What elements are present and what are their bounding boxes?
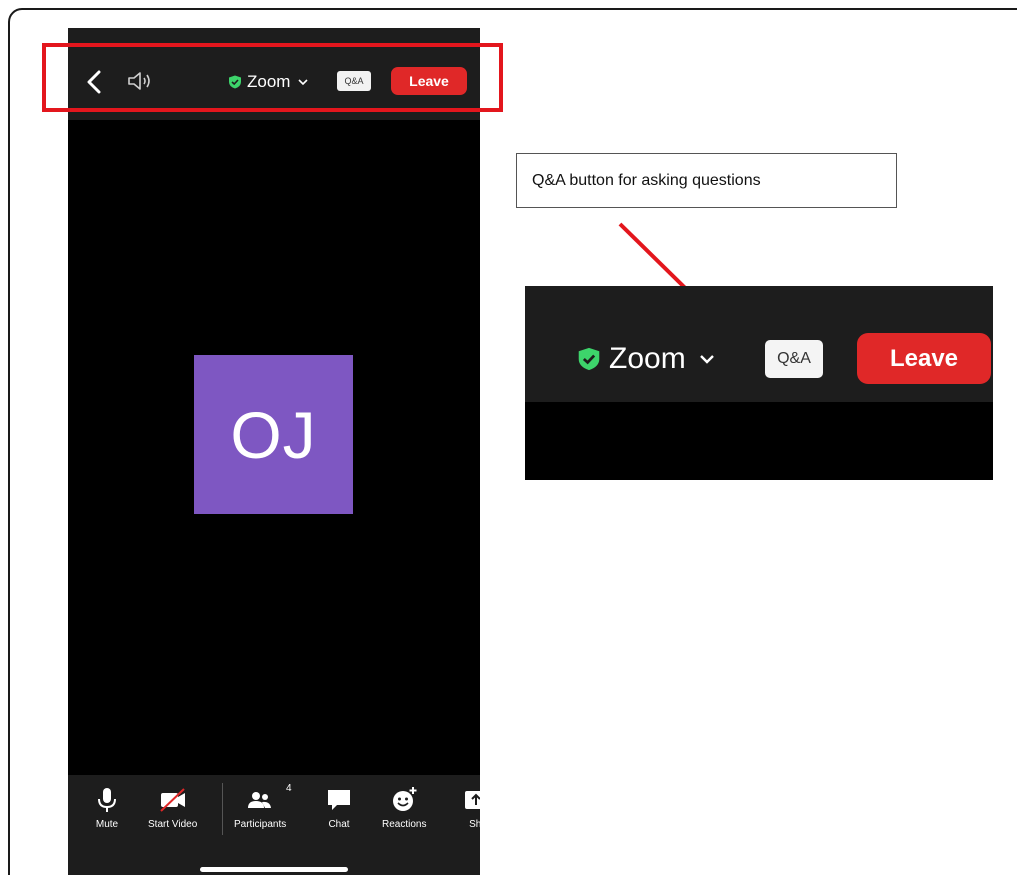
reactions-button[interactable]: Reactions [382, 785, 426, 830]
microphone-icon [98, 788, 116, 812]
phone-screenshot: Zoom Q&A Leave OJ Mute Start Video Parti… [68, 28, 480, 875]
participants-count-badge: 4 [286, 783, 292, 794]
start-video-button[interactable]: Start Video [148, 785, 197, 830]
chat-label: Chat [328, 819, 350, 830]
participants-icon [248, 792, 272, 808]
zoomed-top-bar: Zoom Q&A Leave [525, 286, 993, 480]
zoomed-leave-button[interactable]: Leave [857, 333, 991, 384]
reactions-label: Reactions [382, 819, 427, 830]
start-video-label: Start Video [148, 819, 198, 830]
zoomed-qa-button[interactable]: Q&A [765, 340, 823, 378]
share-label: Sha [469, 819, 480, 830]
chat-button[interactable]: Chat [324, 785, 354, 830]
participants-label: Participants [234, 819, 287, 830]
participant-avatar: OJ [194, 355, 353, 514]
shield-check-icon [578, 347, 600, 371]
callout-box: Q&A button for asking questions [516, 153, 897, 208]
home-indicator [200, 867, 348, 872]
share-icon [465, 791, 480, 809]
reactions-icon [393, 787, 417, 811]
callout-text: Q&A button for asking questions [532, 171, 761, 189]
video-off-icon [159, 788, 185, 812]
chat-icon [328, 790, 350, 810]
zoomed-meeting-title-text: Zoom [609, 342, 686, 375]
share-button[interactable]: Sha [463, 785, 480, 830]
zoomed-meeting-title[interactable]: Zoom [577, 340, 716, 378]
participants-button[interactable]: Participants [234, 785, 286, 830]
toolbar-divider [222, 783, 223, 835]
meeting-toolbar: Mute Start Video Participants 4 Chat Rea… [68, 775, 480, 875]
mute-button[interactable]: Mute [92, 785, 122, 830]
mute-label: Mute [95, 819, 119, 830]
chevron-down-icon [699, 355, 714, 364]
highlight-box [42, 43, 503, 112]
